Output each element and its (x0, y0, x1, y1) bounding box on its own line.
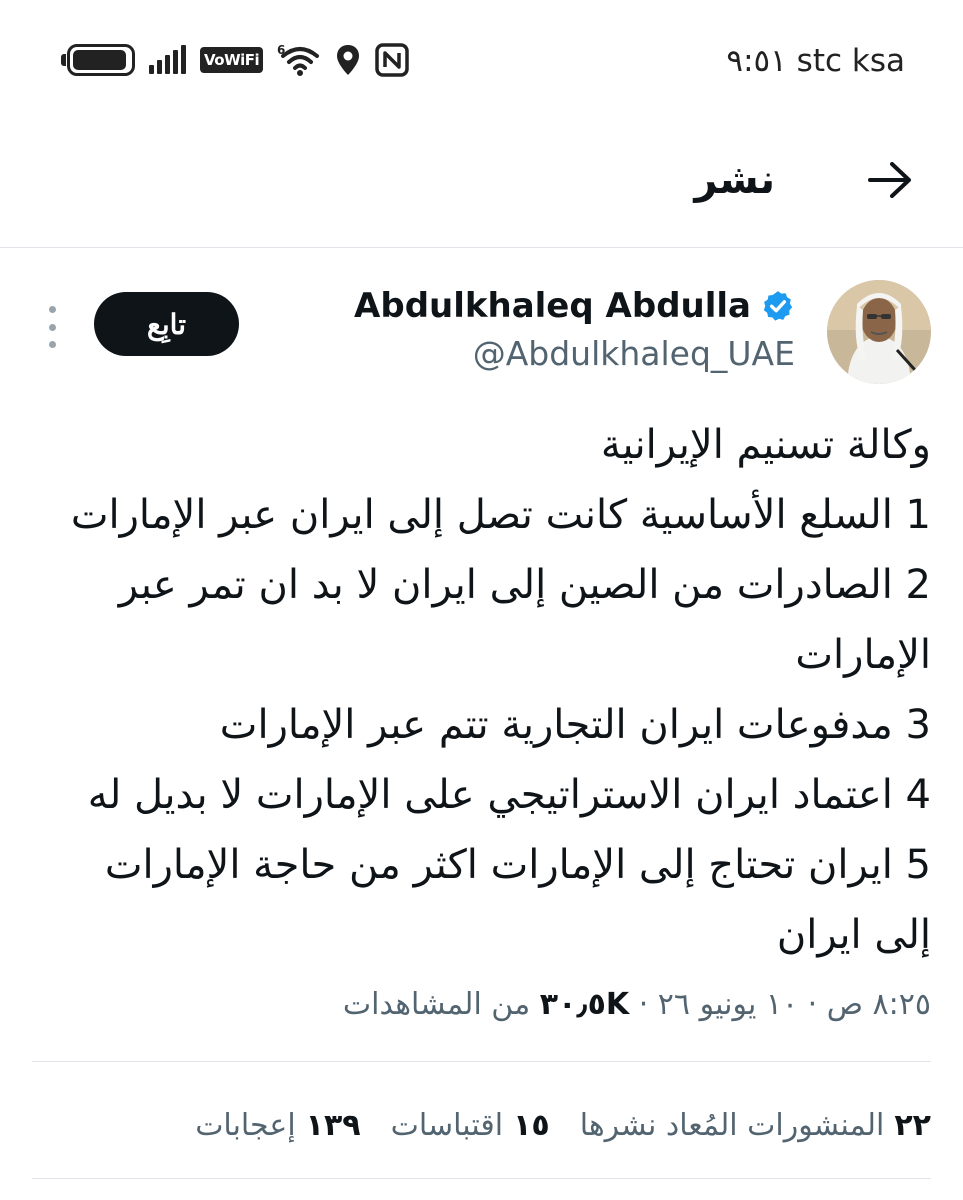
tweet-line: 3 مدفوعات ايران التجارية تتم عبر الإمارا… (219, 702, 931, 748)
quotes-label: اقتباسات (390, 1107, 504, 1143)
more-options-icon[interactable] (42, 302, 62, 352)
author-handle[interactable]: @Abdulkhaleq_UAE (473, 334, 795, 373)
verified-badge-icon (763, 291, 793, 321)
reposts-label: المنشورات المُعاد نشرها (579, 1107, 885, 1143)
avatar[interactable] (827, 280, 931, 384)
likes-stat[interactable]: ١٣٩ إعجابات (195, 1108, 360, 1143)
vowifi-icon: VoWiFi (200, 47, 264, 73)
likes-count: ١٣٩ (305, 1107, 361, 1143)
back-arrow-icon[interactable] (865, 155, 915, 205)
follow-button[interactable]: تابِع (94, 292, 239, 356)
tweet-meta: ٨:٢٥ ص · ١٠ يونيو ٢٦ · ٣٠٫٥K من المشاهدا… (41, 980, 931, 1030)
author-row: Abdulkhaleq Abdulla @Abdulkhaleq_UAE تاب… (0, 280, 963, 390)
tweet-line: 1 السلع الأساسية كانت تصل إلى ايران عبر … (70, 492, 931, 538)
tweet-date: ١٠ يونيو ٢٦ (657, 987, 799, 1022)
meta-separator: · (638, 987, 649, 1022)
time-carrier: ٩:٥١ stc ksa (726, 43, 905, 79)
status-icons: VoWiFi 6 (60, 40, 409, 80)
location-icon (335, 44, 361, 76)
engagement-stats: ٢٢ المنشورات المُعاد نشرها ١٥ اقتباسات ١… (32, 1095, 931, 1155)
divider (32, 1178, 931, 1179)
author-name-text: Abdulkhaleq Abdulla (354, 286, 751, 326)
top-header: نشر (0, 125, 963, 248)
status-bar: VoWiFi 6 ٩:٥١ stc ksa (0, 0, 963, 125)
battery-icon (60, 44, 135, 76)
tweet-line: وكالة تسنيم الإيرانية (600, 422, 931, 468)
views-label: من المشاهدات (342, 987, 531, 1022)
author-name[interactable]: Abdulkhaleq Abdulla (354, 286, 795, 326)
battery-fill (73, 50, 127, 70)
views-count: ٣٠٫٥K (539, 987, 630, 1022)
meta-separator: · (807, 987, 818, 1022)
page-title: نشر (694, 157, 775, 203)
tweet-text: وكالة تسنيم الإيرانية 1 السلع الأساسية ك… (41, 410, 931, 970)
cell-signal-icon (149, 45, 186, 74)
quotes-count: ١٥ (513, 1107, 550, 1143)
nfc-icon (375, 43, 409, 77)
quotes-stat[interactable]: ١٥ اقتباسات (391, 1108, 550, 1143)
likes-label: إعجابات (195, 1107, 296, 1143)
tweet-line: 2 الصادرات من الصين إلى ايران لا بد ان ت… (118, 562, 931, 678)
reposts-count: ٢٢ (894, 1107, 931, 1143)
wifi-icon: 6 (277, 42, 321, 78)
reposts-stat[interactable]: ٢٢ المنشورات المُعاد نشرها (580, 1108, 931, 1143)
tweet-line: 5 ايران تحتاج إلى الإمارات اكثر من حاجة … (104, 842, 931, 958)
tweet-time: ٨:٢٥ ص (826, 987, 931, 1022)
tweet-line: 4 اعتماد ايران الاستراتيجي على الإمارات … (87, 772, 931, 818)
divider (32, 1061, 931, 1062)
